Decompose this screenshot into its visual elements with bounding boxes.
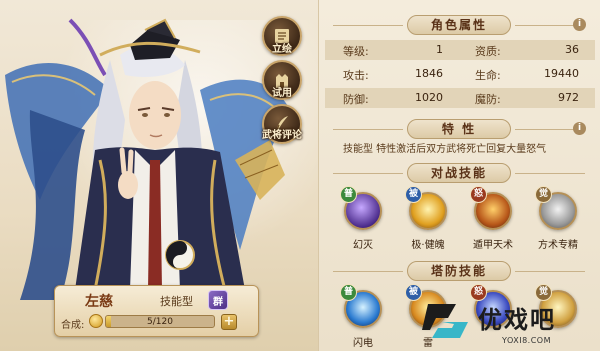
tower-skills-title: 塔防技能: [407, 261, 511, 281]
stat-label: 资质:: [475, 45, 501, 58]
portrait-button-label: 立绘: [272, 44, 292, 55]
trait-description: 技能型 特性激活后双方武将死亡回复大量怒气: [343, 144, 547, 155]
skill-type-badge: 觉: [535, 186, 552, 203]
divider: [333, 173, 403, 174]
fragment-coin-icon: [89, 314, 103, 328]
battle-skill-4[interactable]: 觉 方术专精: [524, 186, 584, 251]
stat-label: 防御:: [343, 93, 369, 106]
merge-progress-text: 5/120: [147, 317, 173, 327]
battle-skill-3[interactable]: 怒 遁甲天术: [459, 186, 519, 251]
hero-name: 左慈: [85, 294, 113, 310]
battle-skills-header: 对战技能: [319, 162, 600, 184]
divider: [333, 271, 403, 272]
hero-name-plate: 左慈 技能型 群 合成: 5/120 +: [54, 285, 259, 337]
screen: 立绘 试用 武将评论 左慈 技能型 群 合成: 5/120 + 角色属性 i 等…: [0, 0, 600, 351]
merge-progress-bar: 5/120: [105, 315, 215, 328]
skill-type-badge: 普: [340, 284, 357, 301]
stat-row: 防御: 1020 魔防: 972: [325, 88, 595, 108]
info-icon[interactable]: i: [573, 122, 586, 135]
skill-name: 闪电: [353, 338, 373, 349]
skill-name: 极·健魄: [411, 240, 445, 251]
stat-label: 魔防:: [475, 93, 501, 106]
attributes-title: 角色属性: [407, 15, 511, 35]
traits-title: 特 性: [407, 119, 511, 139]
divider: [515, 173, 585, 174]
battle-skill-2[interactable]: 被 极·健魄: [394, 186, 454, 251]
skill-name: 方术专精: [538, 240, 578, 251]
stat-value: 1020: [415, 91, 443, 104]
stat-value: 972: [558, 91, 579, 104]
skill-name: 幻灭: [353, 240, 373, 251]
trial-button-label: 试用: [272, 88, 292, 99]
merge-label: 合成:: [61, 320, 85, 331]
stat-label: 生命:: [475, 69, 501, 82]
divider: [333, 129, 403, 130]
skill-type-badge: 怒: [470, 186, 487, 203]
battle-skills-title: 对战技能: [407, 163, 511, 183]
battle-skill-1[interactable]: 普 幻灭: [329, 186, 389, 251]
hero-comments-button-label: 武将评论: [262, 130, 302, 141]
stat-row: 攻击: 1846 生命: 19440: [325, 64, 595, 84]
stat-value: 1: [436, 43, 443, 56]
hero-portrait-area: 立绘 试用 武将评论 左慈 技能型 群 合成: 5/120 +: [0, 0, 318, 351]
skill-type-badge: 被: [405, 186, 422, 203]
stat-value: 36: [565, 43, 579, 56]
stat-row: 等级: 1 资质: 36: [325, 40, 595, 60]
tower-skill-1[interactable]: 普 闪电: [329, 284, 389, 349]
attributes-header: 角色属性 i: [319, 14, 600, 36]
skill-name: 遁甲天术: [473, 240, 513, 251]
info-icon[interactable]: i: [573, 18, 586, 31]
merge-add-button[interactable]: +: [221, 314, 237, 330]
watermark-name: 优戏吧: [478, 306, 556, 334]
skill-type-badge: 普: [340, 186, 357, 203]
watermark: 优戏吧 YOXI8.COM: [418, 296, 600, 351]
stat-label: 攻击:: [343, 69, 369, 82]
stat-label: 等级:: [343, 45, 369, 58]
tower-skills-header: 塔防技能: [319, 260, 600, 282]
divider: [515, 271, 585, 272]
stat-value: 1846: [415, 67, 443, 80]
stat-value: 19440: [544, 67, 579, 80]
divider: [333, 25, 403, 26]
traits-header: 特 性 i: [319, 118, 600, 140]
site-logo-icon: [422, 304, 468, 338]
faction-badge: 群: [208, 290, 228, 310]
watermark-url: YOXI8.COM: [502, 336, 551, 345]
hero-type: 技能型: [160, 295, 193, 308]
